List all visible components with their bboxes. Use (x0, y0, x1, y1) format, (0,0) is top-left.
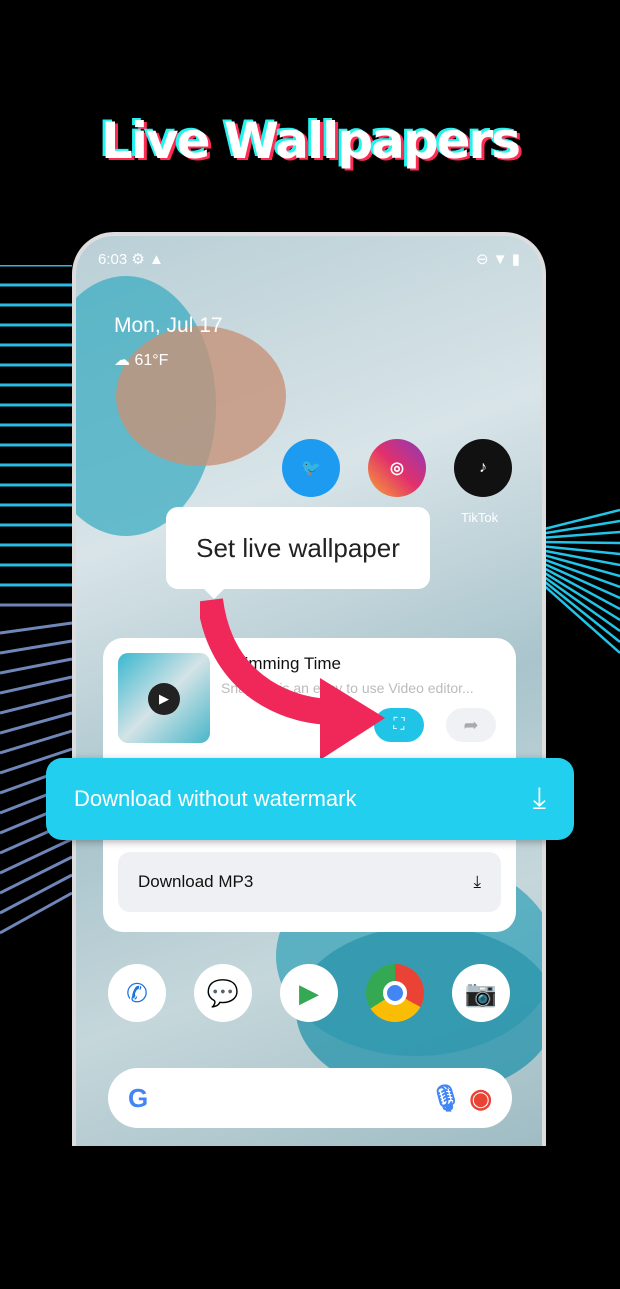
download-mp3-button[interactable]: Download MP3 ⤓ (118, 852, 501, 912)
set-wallpaper-tooltip: Set live wallpaper (166, 507, 430, 599)
download-without-watermark-button[interactable]: Download without watermark ⤓ (46, 758, 574, 840)
download-mp3-label: Download MP3 (138, 872, 254, 891)
stripe (0, 891, 73, 935)
settings-icon: ⚙ (131, 251, 145, 268)
play-icon[interactable]: ▶ (148, 683, 180, 715)
dock-play-store[interactable]: ▶ (280, 964, 338, 1022)
stripe (0, 855, 73, 895)
wallpaper-person-1 (116, 326, 286, 466)
dock-chrome[interactable] (366, 964, 424, 1022)
twitter-app-icon[interactable]: 🐦 (282, 439, 340, 497)
stripe (0, 873, 73, 915)
stripe (540, 568, 620, 622)
download-without-watermark-label: Download without watermark (74, 786, 357, 811)
video-thumbnail[interactable]: ▶ (118, 653, 210, 743)
stripe (0, 639, 73, 655)
cloud-icon: ☁ (114, 352, 130, 369)
decorative-stripes-right (540, 508, 620, 654)
stripe (0, 657, 73, 675)
decorative-stripes-left (0, 265, 73, 935)
stripe (0, 693, 73, 715)
promo-title: Live Wallpapers (101, 112, 521, 170)
tiktok-label: TikTok (461, 510, 499, 525)
stripe (0, 837, 73, 875)
stripe (0, 711, 73, 735)
lens-icon[interactable]: ◉ (469, 1083, 492, 1113)
stripe (0, 621, 73, 635)
tiktok-app-icon[interactable]: ♪ (454, 439, 512, 497)
wallpaper-icon: ⛶ (393, 716, 405, 733)
stripe (0, 675, 73, 695)
dnd-icon: ⊖ (475, 251, 489, 268)
status-bar: 6:03 ⚙ ▲ ⊖ ▼ ▮ (98, 250, 520, 268)
share-button[interactable]: ➦ (446, 708, 496, 742)
dock-camera[interactable]: 📷 (452, 964, 510, 1022)
stripe (0, 729, 73, 755)
battery-icon: ▮ (511, 251, 520, 268)
status-time: 6:03 (98, 251, 128, 268)
curved-arrow (200, 598, 385, 760)
dock-phone[interactable]: ✆ (108, 964, 166, 1022)
google-search-bar[interactable]: G 🎙 ◉ (108, 1068, 512, 1128)
dock-messages[interactable]: 💬 (194, 964, 252, 1022)
wifi-icon: ▼ (492, 251, 508, 268)
share-icon: ➦ (463, 714, 479, 735)
date-widget[interactable]: Mon, Jul 17 (114, 314, 223, 338)
download-icon: ⤓ (532, 782, 546, 815)
warning-icon: ▲ (149, 251, 164, 268)
stripe (540, 540, 620, 545)
weather-widget[interactable]: ☁ 61°F (114, 350, 168, 370)
temperature: 61°F (134, 352, 169, 369)
mic-icon[interactable]: 🎙 (429, 1083, 462, 1113)
download-icon: ⤓ (473, 872, 481, 891)
google-logo: G (128, 1082, 149, 1113)
instagram-app-icon[interactable]: ◎ (368, 439, 426, 497)
